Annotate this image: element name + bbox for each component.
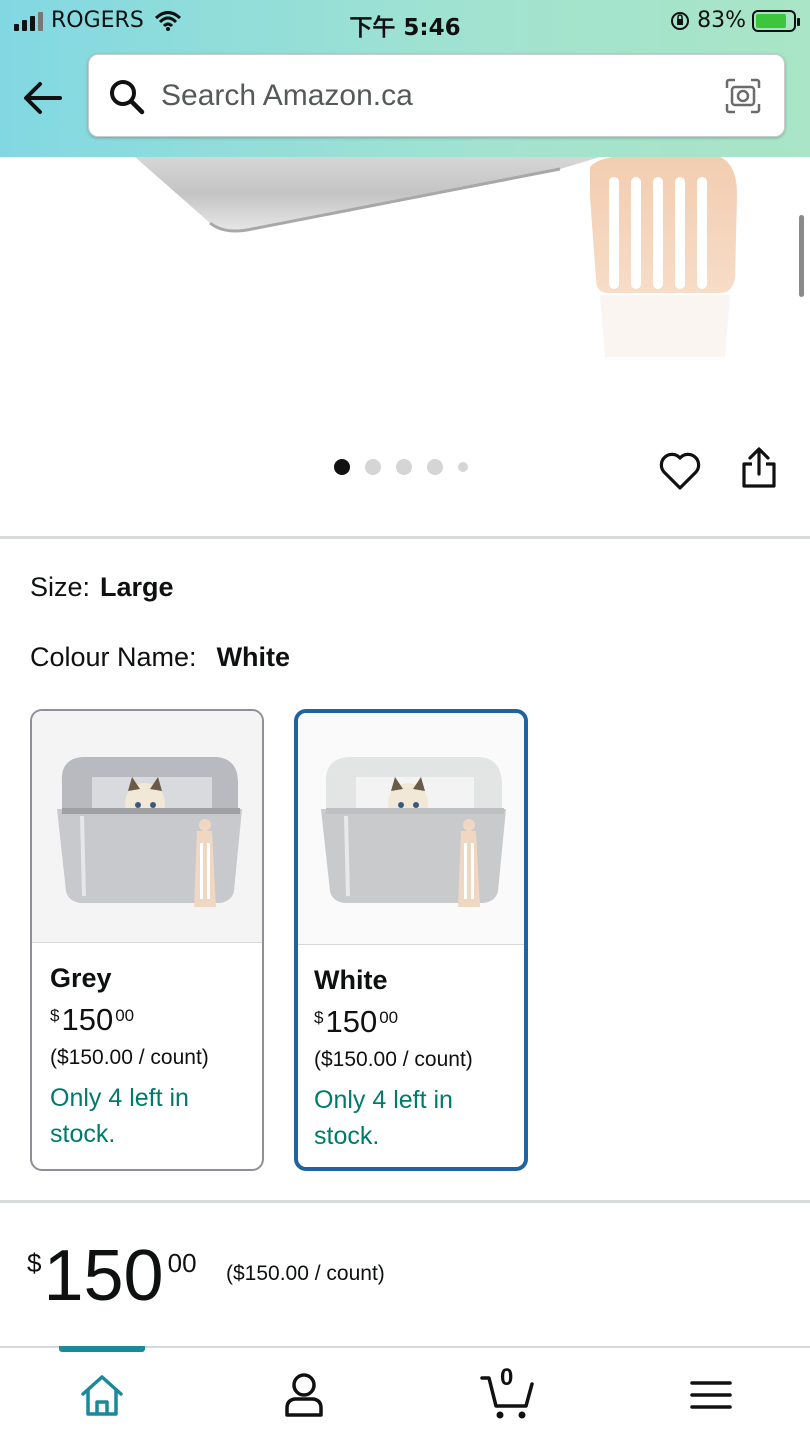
search-bar[interactable] — [88, 54, 785, 137]
colour-label: Colour Name: — [30, 642, 197, 672]
pagination-dot[interactable] — [427, 459, 443, 475]
swatch-unit-price: ($150.00 / count) — [314, 1048, 473, 1071]
camera-scan-icon[interactable] — [724, 77, 762, 115]
cart-count: 0 — [500, 1364, 514, 1391]
orientation-lock-icon — [671, 11, 690, 30]
colour-swatch-grey[interactable]: Grey $150 00 ($150.00 / count) Only 4 lef… — [30, 709, 264, 1171]
unit-price: ($150.00 / count) — [226, 1262, 385, 1285]
price-whole: 150 — [325, 1004, 378, 1039]
swatch-name: Grey — [50, 963, 112, 993]
size-value: Large — [100, 572, 174, 602]
swatch-unit-price: ($150.00 / count) — [50, 1046, 209, 1069]
search-icon — [110, 80, 145, 115]
swatch-price: $150 00 — [314, 1004, 508, 1040]
heart-icon[interactable] — [658, 450, 702, 492]
price-whole: 150 — [61, 1002, 114, 1037]
product-price: $150 00 — [27, 1238, 197, 1314]
swatch-image — [32, 711, 262, 943]
home-icon[interactable] — [77, 1370, 127, 1420]
size-label: Size: — [30, 572, 91, 602]
swatch-price: $150 00 — [50, 1002, 246, 1038]
account-icon[interactable] — [279, 1370, 329, 1420]
menu-icon[interactable] — [686, 1370, 736, 1420]
swatch-name: White — [314, 965, 388, 995]
swatch-stock-status: Only 4 left in stock. — [50, 1084, 189, 1148]
colour-value: White — [216, 642, 291, 672]
share-icon[interactable] — [740, 446, 778, 490]
bottom-navigation: 0 — [0, 1346, 810, 1440]
app-header: ROGERS 下午 5:46 83% — [0, 0, 810, 157]
back-arrow-icon[interactable] — [20, 78, 66, 118]
colour-swatch-white[interactable]: White $150 00 ($150.00 / count) Only 4 le… — [294, 709, 528, 1171]
pagination-dot[interactable] — [458, 462, 468, 472]
scroll-indicator — [799, 215, 804, 297]
price-symbol: $ — [50, 1006, 60, 1025]
section-divider — [0, 1200, 810, 1203]
battery-percent: 83% — [697, 8, 746, 33]
colour-selector: Colour Name: White — [30, 642, 290, 673]
price-whole: 150 — [43, 1236, 164, 1316]
pagination-dot[interactable] — [396, 459, 412, 475]
search-input[interactable] — [161, 73, 701, 119]
cart-button[interactable]: 0 — [480, 1364, 536, 1420]
swatch-image — [298, 713, 524, 945]
section-divider — [0, 536, 810, 539]
price-cents: 00 — [167, 1248, 197, 1278]
price-symbol: $ — [27, 1248, 42, 1278]
swatch-stock-status: Only 4 left in stock. — [314, 1086, 453, 1150]
status-bar: ROGERS 下午 5:46 83% — [0, 0, 810, 44]
pagination-dot[interactable] — [365, 459, 381, 475]
price-cents: 00 — [115, 1006, 135, 1025]
price-cents: 00 — [379, 1008, 399, 1027]
image-pagination-dots[interactable] — [334, 459, 468, 475]
active-tab-indicator — [59, 1346, 145, 1352]
size-selector: Size: Large — [30, 572, 174, 603]
status-right: 83% — [669, 8, 800, 33]
battery-icon — [752, 9, 800, 32]
price-symbol: $ — [314, 1008, 324, 1027]
pagination-dot[interactable] — [334, 459, 350, 475]
